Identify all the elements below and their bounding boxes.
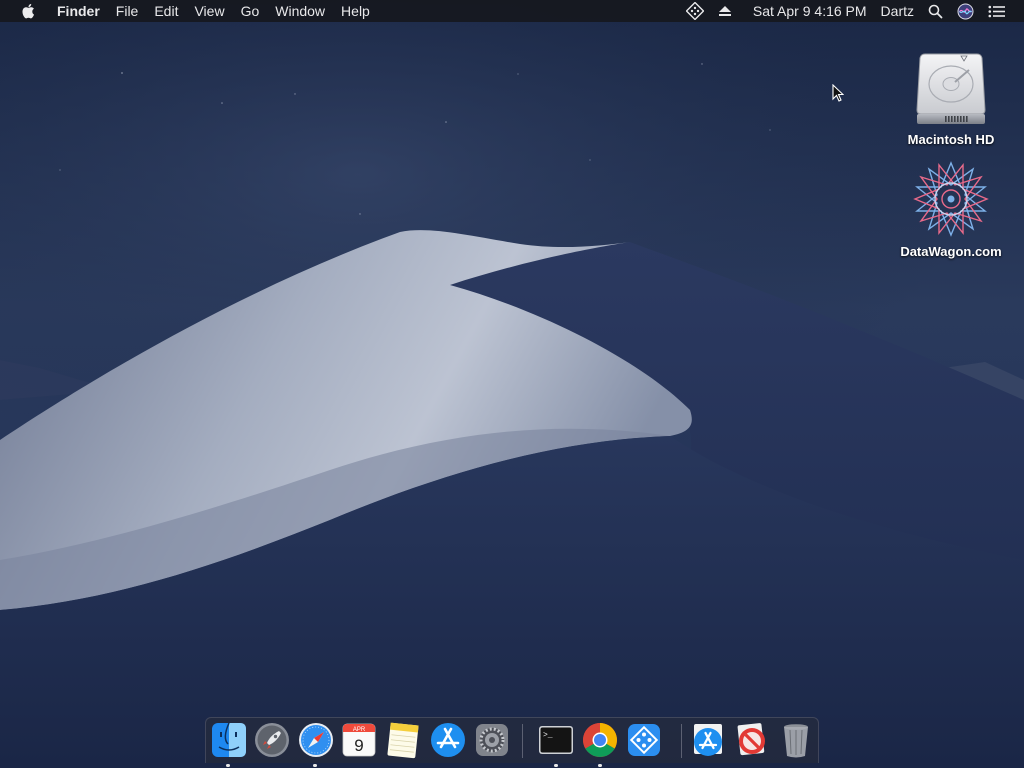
menu-window[interactable]: Window xyxy=(267,0,333,22)
app-store-icon xyxy=(694,724,722,756)
status-remote-app[interactable] xyxy=(679,0,711,22)
dock-item-system-preferences[interactable] xyxy=(472,720,512,760)
dock-separator xyxy=(522,724,523,758)
menu-go[interactable]: Go xyxy=(233,0,268,22)
dock-separator xyxy=(681,724,682,758)
calendar-day: 9 xyxy=(354,736,363,755)
dock-running-indicator xyxy=(313,764,317,767)
status-eject[interactable] xyxy=(711,0,739,22)
terminal-prompt: >_ xyxy=(543,731,553,740)
calendar-icon: APR 9 xyxy=(342,723,376,757)
dock-item-launchpad[interactable] xyxy=(252,720,292,760)
dock-item-finder[interactable] xyxy=(209,720,249,760)
hard-drive-icon xyxy=(916,53,986,124)
desktop-icon-macintosh-hd[interactable]: Macintosh HD xyxy=(896,48,1006,147)
finder-icon xyxy=(212,722,246,757)
dock-item-app-store[interactable] xyxy=(428,720,468,760)
notepad-icon xyxy=(387,722,419,759)
dock-item-calendar[interactable]: APR 9 xyxy=(339,720,379,760)
rocket-icon xyxy=(255,723,289,757)
wallpaper-dunes xyxy=(0,0,1024,768)
menu-view[interactable]: View xyxy=(186,0,232,22)
desktop[interactable]: Finder File Edit View Go Window Help Sat xyxy=(0,0,1024,768)
status-clock[interactable]: Sat Apr 9 4:16 PM xyxy=(739,0,874,22)
terminal-icon: >_ xyxy=(539,726,573,754)
dock-item-chrome[interactable] xyxy=(580,720,620,760)
desktop-icon-label: Macintosh HD xyxy=(907,132,995,147)
status-notification-center[interactable] xyxy=(981,0,1012,22)
compass-icon xyxy=(299,723,333,757)
search-icon xyxy=(928,4,943,18)
mouse-pointer-icon xyxy=(832,84,844,102)
dock-running-indicator xyxy=(226,764,230,767)
gear-icon xyxy=(476,724,508,756)
diamond-dots-icon xyxy=(628,724,660,756)
trash-icon xyxy=(784,724,808,758)
apple-menu[interactable] xyxy=(0,0,49,22)
menu-help[interactable]: Help xyxy=(333,0,378,22)
calendar-month: APR xyxy=(353,727,366,733)
dock-item-notes[interactable] xyxy=(383,720,423,760)
apple-icon xyxy=(22,3,34,19)
list-icon xyxy=(988,5,1005,17)
chrome-icon xyxy=(583,723,617,757)
menu-bar: Finder File Edit View Go Window Help Sat xyxy=(0,0,1024,22)
prohibited-icon xyxy=(737,723,765,756)
diamond-dots-icon xyxy=(685,2,704,20)
app-menu-finder[interactable]: Finder xyxy=(49,0,108,22)
menu-file[interactable]: File xyxy=(108,0,147,22)
dock-running-indicator xyxy=(598,764,602,767)
dock-item-trash[interactable] xyxy=(776,720,816,760)
dock-item-remote-app[interactable] xyxy=(624,720,664,760)
dock-item-terminal[interactable]: >_ xyxy=(536,720,576,760)
dock-running-indicator xyxy=(554,764,558,767)
dock-item-app-store-downloads[interactable] xyxy=(688,720,728,760)
desktop-icon-datawagon[interactable]: DataWagon.com xyxy=(896,158,1006,259)
status-user[interactable]: Dartz xyxy=(874,0,921,22)
menu-edit[interactable]: Edit xyxy=(146,0,186,22)
eject-icon xyxy=(718,6,731,16)
app-store-icon xyxy=(431,723,465,757)
dock: APR 9 >_ xyxy=(205,717,819,763)
status-siri[interactable] xyxy=(950,0,981,22)
dock-item-blocked-app[interactable] xyxy=(732,720,772,760)
dock-item-safari[interactable] xyxy=(296,720,336,760)
status-spotlight[interactable] xyxy=(921,0,950,22)
mandala-star-icon xyxy=(913,161,989,237)
desktop-icon-label: DataWagon.com xyxy=(900,244,1002,259)
siri-icon xyxy=(957,3,974,19)
